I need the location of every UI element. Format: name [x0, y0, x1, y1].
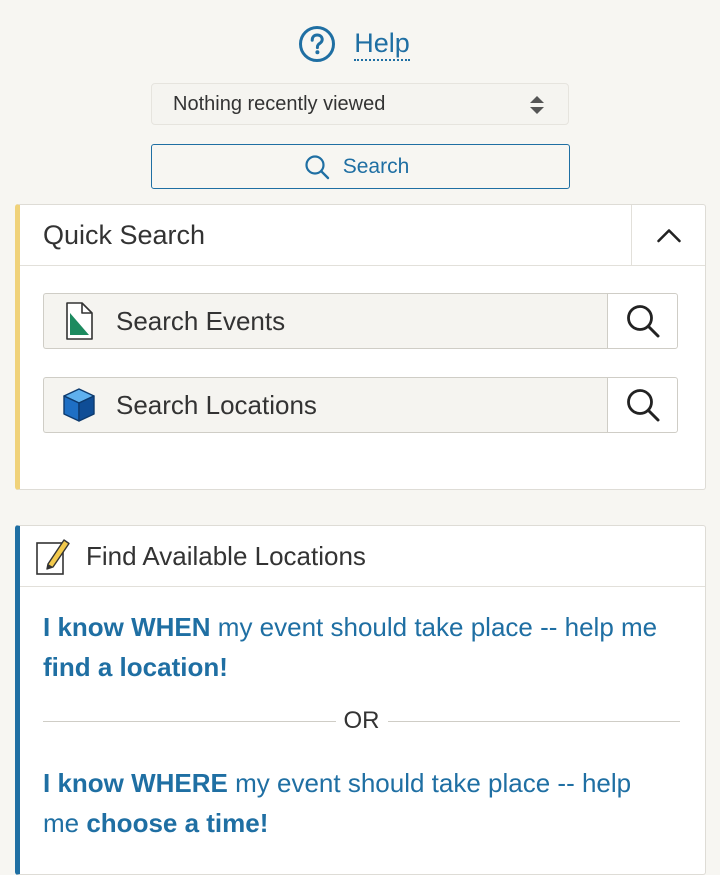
search-events-row: Search Events — [43, 293, 678, 349]
chevron-up-icon — [656, 229, 681, 243]
choose-a-time-bold: choose a time! — [86, 808, 269, 838]
search-button-label: Search — [342, 154, 410, 178]
quick-search-panel: Quick Search Search Events Search Locati… — [15, 204, 706, 490]
quick-search-title: Quick Search — [43, 219, 206, 250]
search-events-button[interactable] — [607, 293, 678, 349]
find-locations-title: Find Available Locations — [86, 540, 366, 571]
select-arrows-icon — [530, 96, 544, 114]
or-label: OR — [343, 707, 380, 734]
know-when-text: my event should take place -- help me — [210, 612, 658, 642]
search-button[interactable]: Search — [151, 144, 570, 189]
search-icon — [626, 305, 659, 338]
recently-viewed-value: Nothing recently viewed — [173, 92, 386, 115]
search-events-label: Search Events — [116, 305, 286, 336]
search-icon — [305, 154, 329, 179]
search-locations-field[interactable]: Search Locations — [43, 377, 607, 433]
search-locations-row: Search Locations — [43, 377, 678, 433]
search-locations-button[interactable] — [607, 377, 678, 433]
find-available-locations-panel: Find Available Locations I know WHEN my … — [15, 525, 706, 875]
question-circle-icon[interactable] — [298, 25, 336, 63]
edit-note-icon — [36, 539, 70, 575]
know-when-link[interactable]: I know WHEN my event should take place -… — [43, 607, 673, 687]
know-where-link[interactable]: I know WHERE my event should take place … — [43, 763, 673, 843]
search-icon — [626, 389, 659, 422]
know-when-bold: I know WHEN — [43, 612, 211, 642]
find-locations-header: Find Available Locations — [20, 526, 705, 587]
event-document-icon — [66, 302, 93, 340]
help-link[interactable]: Help — [354, 28, 410, 61]
recently-viewed-select[interactable]: Nothing recently viewed — [151, 83, 569, 125]
search-events-field[interactable]: Search Events — [43, 293, 607, 349]
know-where-bold: I know WHERE — [43, 768, 228, 798]
location-cube-icon — [63, 388, 95, 422]
help-row: Help — [0, 22, 720, 66]
divider-line — [387, 720, 680, 722]
divider-line — [43, 720, 336, 722]
find-a-location-bold: find a location! — [43, 652, 228, 682]
collapse-button[interactable] — [631, 205, 705, 265]
or-divider: OR — [43, 706, 680, 736]
quick-search-header: Quick Search — [20, 205, 705, 266]
search-locations-label: Search Locations — [116, 389, 317, 420]
